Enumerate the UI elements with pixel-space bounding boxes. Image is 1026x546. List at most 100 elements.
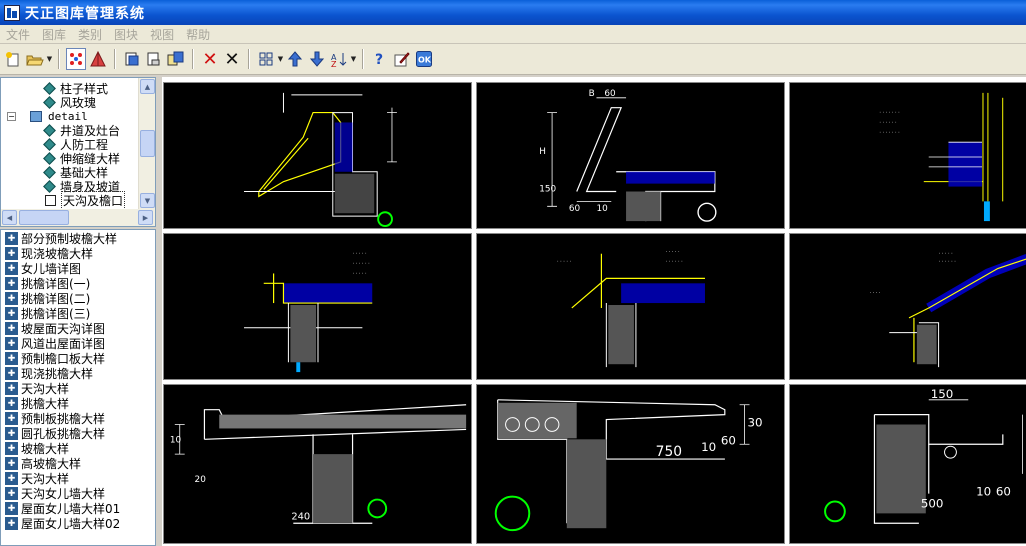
block-icon: ✚ [5, 247, 18, 260]
block-thumbnail[interactable] [163, 82, 472, 229]
scroll-thumb[interactable] [140, 130, 155, 157]
block-thumbnail[interactable]: . . . . . . . . . . . . . . . . . . . . [789, 82, 1026, 229]
dimension-label: 30 [748, 415, 763, 429]
scroll-up-icon[interactable]: ▲ [140, 79, 155, 94]
block-thumbnail[interactable]: . . . . . . . . . . . . . . . . [163, 233, 472, 380]
copy-block-icon[interactable] [166, 48, 186, 70]
list-item[interactable]: ✚ 部分预制坡檐大样 [5, 231, 117, 246]
block-thumbnail[interactable]: 10 20 240 [163, 384, 472, 544]
tree-vertical-scrollbar[interactable]: ▲ ▼ [138, 78, 155, 210]
menu-block[interactable]: 图块 [108, 26, 144, 43]
block-icon: ✚ [5, 517, 18, 530]
open-icon[interactable] [25, 48, 45, 70]
title-bar: 天正图库管理系统 [0, 0, 1026, 25]
dimension-label: 60 [604, 89, 616, 99]
menu-help[interactable]: 帮助 [180, 26, 216, 43]
collapse-toggle-icon[interactable]: − [7, 111, 16, 121]
select-all-icon[interactable] [66, 48, 86, 70]
block-folder-icon [43, 165, 56, 179]
block-thumbnail[interactable]: . . . . . . . . . . . . . . . . [476, 233, 785, 380]
block-icon: ✚ [5, 232, 18, 245]
list-item[interactable]: ✚ 挑檐详图(二) [5, 291, 90, 306]
cad-drawing [244, 92, 397, 228]
open-dropdown-arrow[interactable]: ▼ [46, 48, 53, 70]
menu-file[interactable]: 文件 [0, 26, 36, 43]
close-icon[interactable]: ✕ [222, 48, 242, 70]
block-folder-icon [43, 151, 56, 165]
list-item[interactable]: ✚ 天沟大样 [5, 471, 69, 486]
list-item[interactable]: ✚ 坡檐大样 [5, 441, 69, 456]
annotation-text: . . . . . . . [879, 109, 900, 115]
menu-view[interactable]: 视图 [144, 26, 180, 43]
list-item[interactable]: ✚ 高坡檐大样 [5, 456, 81, 471]
cad-drawing: . . . . . . . . . . . . . . . . . . . . [879, 92, 1004, 222]
tree-item-wind-rose[interactable]: 风玫瑰 [43, 95, 96, 110]
list-item[interactable]: ✚ 屋面女儿墙大样02 [5, 516, 120, 531]
block-icon: ✚ [5, 367, 18, 380]
block-thumbnail[interactable]: 750 10 60 30 [476, 384, 785, 544]
pyramid-icon[interactable] [88, 48, 108, 70]
menu-category[interactable]: 类别 [72, 26, 108, 43]
annotation-text: . . . . . . [879, 118, 897, 124]
block-icon: ✚ [5, 337, 18, 350]
dimension-label: 10 [596, 204, 608, 214]
dimension-label: 60 [721, 433, 736, 447]
list-item[interactable]: ✚ 女儿墙详图 [5, 261, 81, 276]
scroll-down-icon[interactable]: ▼ [140, 193, 155, 208]
block-list[interactable]: ✚ 部分预制坡檐大样 ✚ 现浇坡檐大样 ✚ 女儿墙详图 ✚ 挑檐详图(一) ✚ 挑檐详图(… [0, 229, 156, 546]
list-item[interactable]: ✚ 挑檐详图(三) [5, 306, 90, 321]
dimension-label: 10 [701, 440, 716, 454]
dimension-label: 20 [195, 475, 207, 485]
cad-drawing: . . . . . . . . . . . . . . . [870, 250, 1026, 368]
annotation-text: . . . . . . [353, 260, 371, 266]
category-tree[interactable]: 柱子样式 风玫瑰 − detail 井道及灶台 人防工程 伸缩缝大样 基础大样 … [0, 77, 156, 227]
scroll-right-icon[interactable]: ▶ [138, 210, 153, 225]
block-icon: ✚ [5, 442, 18, 455]
grid-view-icon[interactable] [256, 48, 276, 70]
block-thumbnail[interactable]: 150 500 10 60 [789, 384, 1026, 544]
dimension-label: 10 [170, 435, 182, 445]
scroll-thumb[interactable] [19, 210, 69, 225]
help-icon[interactable]: ? [370, 48, 390, 70]
replace-block-icon[interactable] [144, 48, 164, 70]
sort-icon[interactable]: AZ [329, 48, 349, 70]
block-folder-icon [43, 95, 56, 109]
new-icon[interactable] [3, 48, 23, 70]
list-item[interactable]: ✚ 现浇坡檐大样 [5, 246, 93, 261]
list-item[interactable]: ✚ 天沟大样 [5, 381, 69, 396]
sort-dropdown-arrow[interactable]: ▼ [350, 48, 357, 70]
block-folder-icon [43, 137, 56, 151]
ok-icon[interactable]: OK [414, 48, 434, 70]
block-thumbnail[interactable]: . . . . . . . . . . . . . . . [789, 233, 1026, 380]
list-item[interactable]: ✚ 预制板挑檐大样 [5, 411, 105, 426]
list-item[interactable]: ✚ 屋面女儿墙大样01 [5, 501, 120, 516]
move-down-icon[interactable] [307, 48, 327, 70]
menu-library[interactable]: 图库 [36, 26, 72, 43]
tree-horizontal-scrollbar[interactable]: ◀ ▶ [1, 209, 155, 226]
list-item[interactable]: ✚ 预制檐口板大样 [5, 351, 105, 366]
list-item[interactable]: ✚ 挑檐大样 [5, 396, 69, 411]
block-icon: ✚ [5, 262, 18, 275]
scroll-left-icon[interactable]: ◀ [2, 210, 17, 225]
list-item[interactable]: ✚ 坡屋面天沟详图 [5, 321, 105, 336]
list-item[interactable]: ✚ 挑檐详图(一) [5, 276, 90, 291]
list-item[interactable]: ✚ 现浇挑檐大样 [5, 366, 93, 381]
list-item[interactable]: ✚ 风道出屋面详图 [5, 336, 105, 351]
move-up-icon[interactable] [285, 48, 305, 70]
annotation-text: . . . . . . [939, 258, 957, 264]
block-preview-gallery: B 60 H 150 60 10 . . . . . . . . . . . .… [162, 77, 1026, 546]
dimension-label: 150 [539, 185, 556, 195]
list-item[interactable]: ✚ 天沟女儿墙大样 [5, 486, 105, 501]
window-title: 天正图库管理系统 [25, 5, 145, 22]
block-thumbnail[interactable]: B 60 H 150 60 10 [476, 82, 785, 229]
block-icon: ✚ [5, 502, 18, 515]
list-item[interactable]: ✚ 圆孔板挑檐大样 [5, 426, 105, 441]
cad-drawing: 750 10 60 30 [494, 399, 763, 532]
grid-view-dropdown-arrow[interactable]: ▼ [277, 48, 284, 70]
edit-icon[interactable] [392, 48, 412, 70]
delete-icon[interactable]: ✕ [200, 48, 220, 70]
ok-label: OK [418, 56, 432, 65]
tree-item-gutter-eaves[interactable]: 天沟及檐口 [45, 190, 126, 210]
insert-block-icon[interactable] [122, 48, 142, 70]
dimension-label: B [589, 89, 595, 99]
